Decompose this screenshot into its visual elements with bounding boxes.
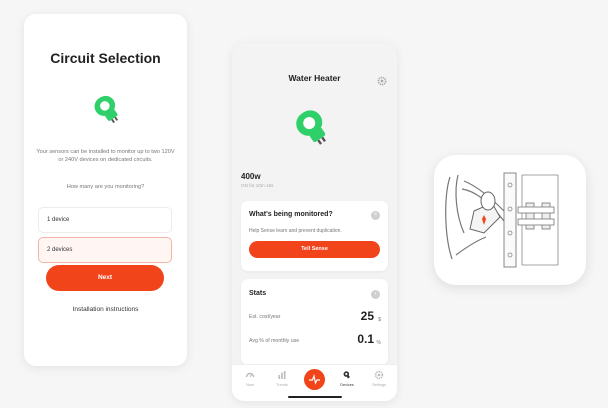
stat-usage-value: 0.1 [357,332,374,346]
plug-icon [88,90,126,128]
stat-cost-unit: $ [378,317,381,323]
next-button[interactable]: Next [46,265,164,291]
tab-label: Settings [372,383,386,387]
monitored-title: What's being monitored? [249,211,333,218]
tab-label: Devices [340,383,354,387]
tab-trends[interactable]: Trends [267,370,297,387]
tab-label: Trends [276,383,288,387]
stat-usage-unit: % [376,340,381,346]
chevron-right-icon[interactable]: › [371,290,380,299]
device-title: Water Heater [288,73,341,83]
tell-sense-button[interactable]: Tell Sense [249,241,380,258]
tab-bar: Now Trends Devices Settings [232,364,397,401]
gear-icon[interactable] [377,73,387,86]
option-2-devices[interactable]: 2 devices [38,237,172,263]
question-text: How many are you monitoring? [66,184,145,190]
home-indicator [288,396,342,398]
stats-title: Stats [249,290,267,297]
installation-instructions-link[interactable]: Installation instructions [24,306,187,313]
bar-chart-icon [278,371,286,379]
gauge-icon [245,372,255,378]
sensor-illustration-card [434,155,586,285]
plug-icon [288,103,336,151]
monitored-subtitle: Help Sense learn and prevent duplication… [249,228,342,234]
description-text: Your sensors can be installed to monitor… [36,149,175,163]
device-detail-screen: Water Heater 400w ON for 10m 15s What's … [232,43,397,401]
page-title: Circuit Selection [50,50,161,66]
plug-icon [343,371,350,379]
monitored-card: What's being monitored? × Help Sense lea… [241,201,388,271]
gear-icon [374,370,384,380]
option-1-device[interactable]: 1 device [38,207,172,233]
stat-cost-label: Est. cost/year [249,314,281,320]
power-duration: ON for 10m 15s [241,183,274,188]
close-icon[interactable]: × [371,211,380,220]
stat-usage-label: Avg % of monthly use [249,338,300,344]
stat-cost-value: 25 [360,309,374,323]
tab-now[interactable]: Now [235,370,265,387]
pulse-icon[interactable] [304,369,325,390]
sensor-clamp-illustration [445,172,559,268]
tab-label: Now [246,383,254,387]
tab-devices[interactable]: Devices [332,370,362,387]
power-reading: 400w [241,172,261,181]
stats-card: Stats › Est. cost/year 25 $ Avg % of mon… [241,279,388,365]
tab-settings[interactable]: Settings [364,370,394,387]
circuit-selection-screen: Circuit Selection Your sensors can be in… [24,14,187,366]
